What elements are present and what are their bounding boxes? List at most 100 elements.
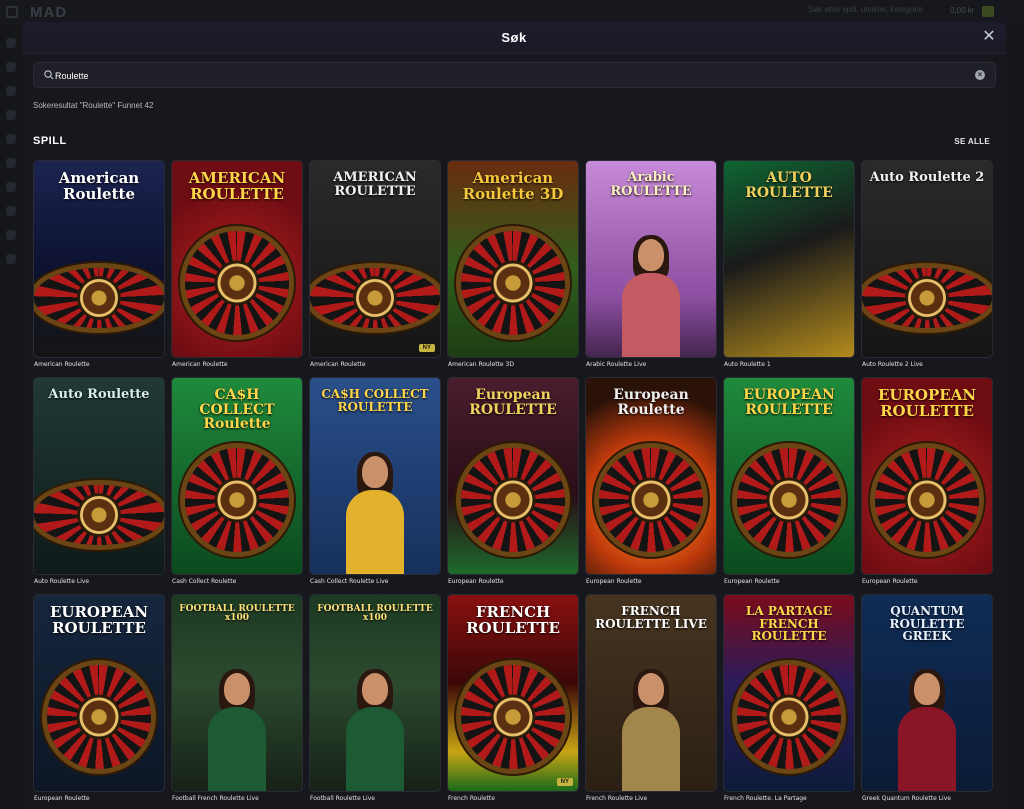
game-thumbnail[interactable]: QUANTUM ROULETTE GREEK — [861, 594, 993, 792]
game-title[interactable]: European Roulette — [862, 578, 918, 585]
game-title-art: LA PARTAGE FRENCH ROULETTE — [745, 604, 833, 644]
sidebar — [0, 24, 22, 809]
game-title[interactable]: Auto Roulette Live — [34, 578, 89, 585]
game-title[interactable]: Auto Roulette 1 — [724, 361, 771, 368]
clear-search-icon[interactable]: × — [975, 70, 985, 80]
balance: 0,00 kr — [950, 6, 975, 15]
game-thumbnail[interactable]: EUROPEAN ROULETTE — [33, 594, 165, 792]
game-tile[interactable]: CA$H COLLECT ROULETTE Cash Collect Roulet… — [309, 377, 441, 585]
game-title[interactable]: American Roulette — [310, 361, 366, 368]
game-title[interactable]: Greek Quantum Roulette Live — [862, 795, 951, 802]
game-tile[interactable]: American Roulette American Roulette — [33, 160, 165, 368]
game-thumbnail[interactable]: FOOTBALL ROULETTE x100 — [171, 594, 303, 792]
close-icon[interactable]: ✕ — [980, 28, 998, 46]
sidebar-icon[interactable] — [6, 134, 16, 144]
game-tile[interactable]: FRENCH ROULETTE NY French Roulette — [447, 594, 579, 802]
game-tile[interactable]: AUTO ROULETTE Auto Roulette 1 — [723, 160, 855, 368]
game-tile[interactable]: FRENCH ROULETTE LIVE French Roulette Live — [585, 594, 717, 802]
app-header: MAD Søk etter spill, utvikler, kategorie… — [0, 0, 1024, 24]
game-tile[interactable]: CA$H COLLECT Roulette Cash Collect Roulet… — [171, 377, 303, 585]
game-thumbnail[interactable]: CA$H COLLECT ROULETTE — [309, 377, 441, 575]
game-thumbnail[interactable]: FRENCH ROULETTE LIVE — [585, 594, 717, 792]
game-title-art: AMERICAN ROULETTE — [188, 169, 286, 203]
game-tile[interactable]: Auto Roulette Auto Roulette Live — [33, 377, 165, 585]
roulette-wheel-image — [34, 268, 164, 329]
game-tile[interactable]: American Roulette 3D American Roulette 3D — [447, 160, 579, 368]
game-title[interactable]: Cash Collect Roulette — [172, 578, 236, 585]
sidebar-icon[interactable] — [6, 206, 16, 216]
game-tile[interactable]: European ROULETTE European Roulette — [447, 377, 579, 585]
game-thumbnail[interactable]: EUROPEAN ROULETTE — [861, 377, 993, 575]
roulette-wheel-image — [47, 664, 151, 769]
game-thumbnail[interactable]: European Roulette — [585, 377, 717, 575]
game-title[interactable]: French Roulette Live — [586, 795, 647, 802]
game-title[interactable]: Football French Roulette Live — [172, 795, 259, 802]
game-title-art: QUANTUM ROULETTE GREEK — [889, 604, 965, 644]
game-title[interactable]: French Roulette — [448, 795, 495, 802]
game-title[interactable]: American Roulette — [34, 361, 90, 368]
game-title[interactable]: European Roulette — [34, 795, 90, 802]
sidebar-icon[interactable] — [6, 110, 16, 120]
roulette-wheel-image — [310, 268, 440, 329]
games-grid: American Roulette American Roulette AMERIC… — [33, 160, 995, 802]
game-title[interactable]: American Roulette 3D — [448, 361, 514, 368]
game-title[interactable]: Arabic Roulette Live — [586, 361, 646, 368]
sidebar-icon[interactable] — [6, 182, 16, 192]
game-title-art: American Roulette 3D — [462, 169, 564, 203]
game-title[interactable]: Football Roulette Live — [310, 795, 375, 802]
game-tile[interactable]: AMERICAN ROULETTE American Roulette — [171, 160, 303, 368]
game-title[interactable]: European Roulette — [448, 578, 504, 585]
wallet-icon[interactable] — [982, 6, 994, 17]
sidebar-icon[interactable] — [6, 254, 16, 264]
game-tile[interactable]: LA PARTAGE FRENCH ROULETTE French Roulett… — [723, 594, 855, 802]
game-thumbnail[interactable]: FRENCH ROULETTE NY — [447, 594, 579, 792]
game-tile[interactable]: EUROPEAN ROULETTE European Roulette — [861, 377, 993, 585]
game-thumbnail[interactable]: CA$H COLLECT Roulette — [171, 377, 303, 575]
game-thumbnail[interactable]: Auto Roulette — [33, 377, 165, 575]
dealer-image — [620, 669, 682, 791]
search-field[interactable]: × — [33, 62, 996, 88]
game-title[interactable]: Cash Collect Roulette Live — [310, 578, 388, 585]
game-thumbnail[interactable]: AUTO ROULETTE — [723, 160, 855, 358]
game-title[interactable]: Auto Roulette 2 Live — [862, 361, 923, 368]
sidebar-icon[interactable] — [6, 62, 16, 72]
game-title[interactable]: American Roulette — [172, 361, 228, 368]
game-tile[interactable]: AMERICAN ROULETTE NY American Roulette — [309, 160, 441, 368]
game-thumbnail[interactable]: Auto Roulette 2 — [861, 160, 993, 358]
game-title-art: EUROPEAN ROULETTE — [877, 386, 977, 420]
game-tile[interactable]: EUROPEAN ROULETTE European Roulette — [33, 594, 165, 802]
dealer-image — [206, 669, 268, 791]
sidebar-icon[interactable] — [6, 158, 16, 168]
game-tile[interactable]: FOOTBALL ROULETTE x100 Football French Ro… — [171, 594, 303, 802]
sidebar-icon[interactable] — [6, 38, 16, 48]
game-tile[interactable]: QUANTUM ROULETTE GREEK Greek Quantum Roul… — [861, 594, 993, 802]
game-thumbnail[interactable]: FOOTBALL ROULETTE x100 — [309, 594, 441, 792]
sidebar-icon[interactable] — [6, 230, 16, 240]
game-thumbnail[interactable]: AMERICAN ROULETTE NY — [309, 160, 441, 358]
game-tile[interactable]: Arabic ROULETTE Arabic Roulette Live — [585, 160, 717, 368]
game-tile[interactable]: European Roulette European Roulette — [585, 377, 717, 585]
game-thumbnail[interactable]: EUROPEAN ROULETTE — [723, 377, 855, 575]
game-thumbnail[interactable]: European ROULETTE — [447, 377, 579, 575]
game-title[interactable]: European Roulette — [724, 578, 780, 585]
game-tile[interactable]: FOOTBALL ROULETTE x100 Football Roulette … — [309, 594, 441, 802]
menu-icon[interactable] — [6, 6, 18, 18]
game-thumbnail[interactable]: Arabic ROULETTE — [585, 160, 717, 358]
game-title-art: European Roulette — [613, 387, 689, 418]
game-title[interactable]: European Roulette — [586, 578, 642, 585]
see-all-link[interactable]: SE ALLE — [954, 137, 990, 146]
game-title-art: AUTO ROULETTE — [745, 170, 833, 201]
sidebar-icon[interactable] — [6, 86, 16, 96]
game-title[interactable]: French Roulette. La Partage — [724, 795, 807, 802]
roulette-wheel-image — [185, 230, 289, 335]
game-thumbnail[interactable]: AMERICAN ROULETTE — [171, 160, 303, 358]
header-search-placeholder: Søk etter spill, utvikler, kategorie — [808, 5, 924, 14]
game-tile[interactable]: EUROPEAN ROULETTE European Roulette — [723, 377, 855, 585]
search-input[interactable] — [55, 67, 955, 84]
game-title-art: Arabic ROULETTE — [610, 170, 692, 199]
game-tile[interactable]: Auto Roulette 2 Auto Roulette 2 Live — [861, 160, 993, 368]
game-thumbnail[interactable]: LA PARTAGE FRENCH ROULETTE — [723, 594, 855, 792]
game-thumbnail[interactable]: American Roulette 3D — [447, 160, 579, 358]
game-thumbnail[interactable]: American Roulette — [33, 160, 165, 358]
dealer-image — [344, 669, 406, 791]
